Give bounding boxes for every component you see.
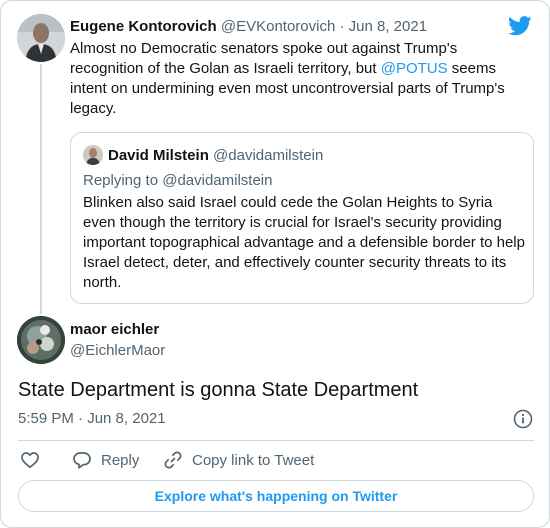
thread-connector-line [40, 64, 42, 314]
tweet-timestamp[interactable]: 5:59 PM · Jun 8, 2021 [18, 410, 166, 428]
parent-author-name[interactable]: Eugene Kontorovich [70, 18, 217, 35]
main-author-handle[interactable]: @EichlerMaor [70, 342, 165, 360]
main-author-name[interactable]: maor eichler [70, 321, 159, 339]
avatar-maor-eichler[interactable] [17, 316, 65, 364]
like-button[interactable] [20, 450, 40, 470]
main-tweet-text: State Department is gonna State Departme… [18, 379, 419, 401]
reply-icon [73, 452, 91, 469]
info-icon[interactable] [513, 409, 533, 429]
reply-label: Reply [101, 451, 140, 469]
parent-author-handle[interactable]: @EVKontorovich [221, 18, 335, 35]
reply-button[interactable]: Reply [72, 450, 139, 470]
quoted-tweet[interactable]: David Milstein @davidamilstein Replying … [70, 132, 534, 304]
heart-icon [21, 452, 39, 469]
avatar-david-milstein [83, 145, 103, 165]
tweet-embed-card: Eugene Kontorovich @EVKontorovich · Jun … [0, 0, 550, 528]
quoted-tweet-text: Blinken also said Israel could cede the … [83, 194, 525, 291]
replying-to-label: Replying to @davidamilstein [83, 172, 273, 189]
mention-link[interactable]: @POTUS [381, 60, 448, 77]
parent-tweet-header: Eugene Kontorovich @EVKontorovich · Jun … [70, 18, 427, 36]
link-icon [164, 451, 182, 469]
twitter-bird-icon[interactable] [508, 16, 532, 36]
avatar-eugene-kontorovich[interactable] [17, 14, 65, 62]
divider [18, 440, 534, 441]
quoted-author-name: David Milstein [108, 147, 209, 164]
quoted-author-handle: @davidamilstein [213, 147, 324, 164]
copy-link-label: Copy link to Tweet [192, 451, 315, 469]
parent-tweet-text: Almost no Democratic senators spoke out … [70, 39, 520, 119]
copy-link-button[interactable]: Copy link to Tweet [163, 450, 314, 470]
header-separator: · [335, 18, 349, 35]
explore-twitter-button[interactable]: Explore what's happening on Twitter [18, 480, 534, 512]
quoted-tweet-header: David Milstein @davidamilstein [108, 147, 323, 165]
parent-tweet-date[interactable]: Jun 8, 2021 [349, 18, 427, 35]
